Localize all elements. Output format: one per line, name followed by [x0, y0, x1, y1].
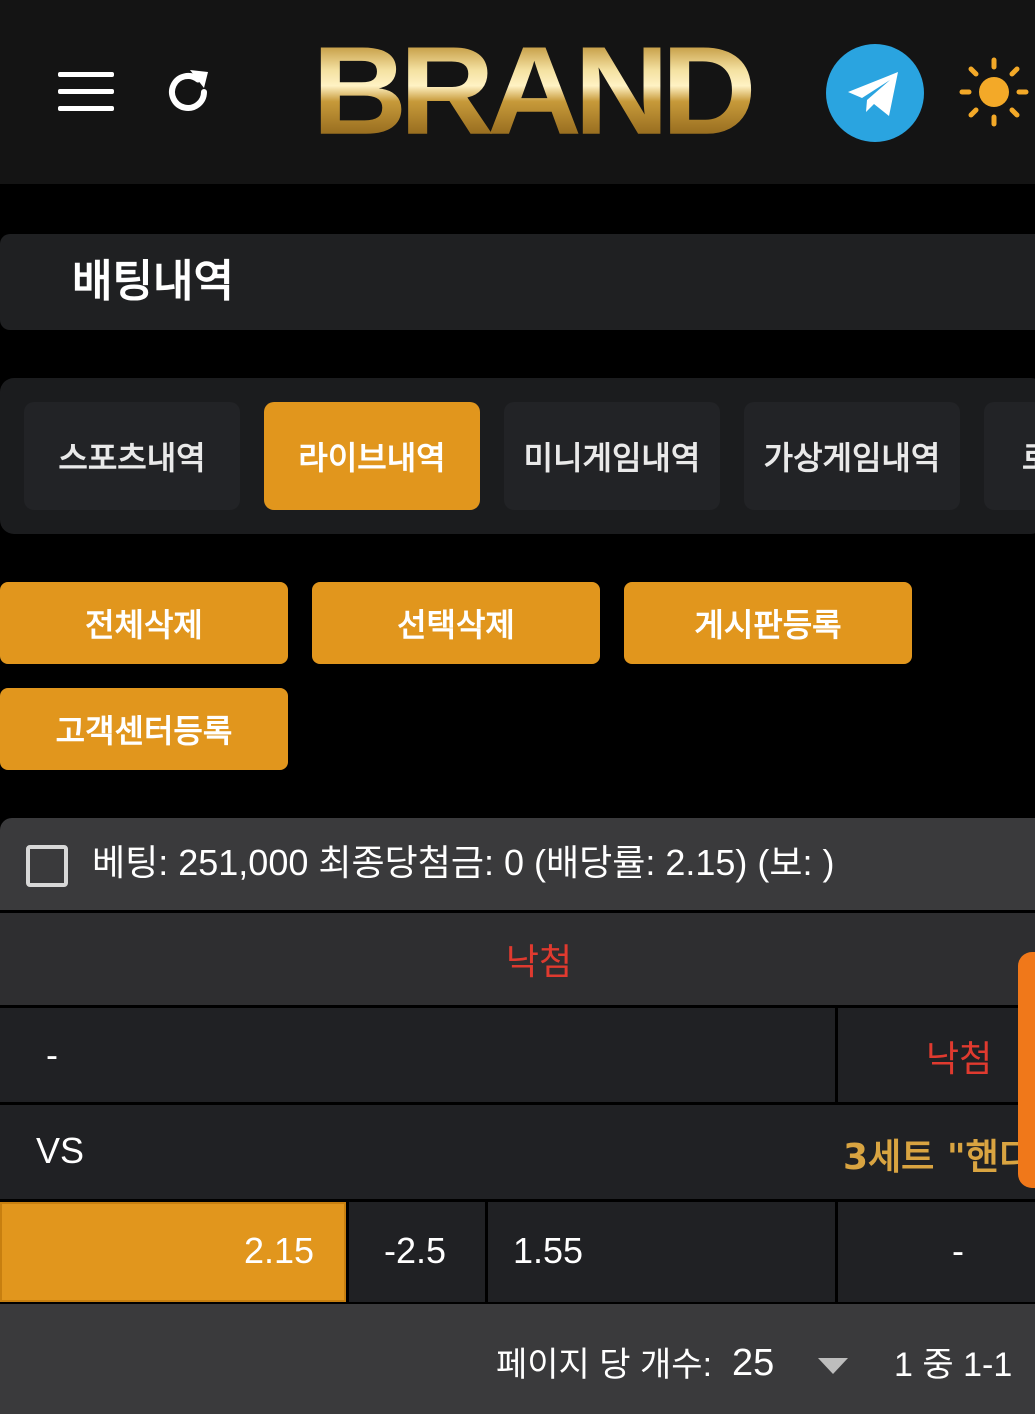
post-support-button[interactable]: 고객센터등록 [0, 688, 288, 770]
per-page-select[interactable]: 25 [732, 1338, 774, 1388]
final-dash: - [952, 1230, 964, 1271]
brand-logo[interactable]: BRAND [312, 39, 757, 144]
tab-sports-history[interactable]: 스포츠내역 [24, 402, 240, 510]
pagination-range: 1 중 1-1 [894, 1346, 1013, 1384]
post-board-button[interactable]: 게시판등록 [624, 582, 912, 664]
bet-result-status: 낙첨 [505, 942, 573, 983]
odds-home: 2.15 [244, 1230, 315, 1271]
tab-minigame-history[interactable]: 미니게임내역 [504, 402, 720, 510]
refresh-icon[interactable] [160, 64, 216, 120]
tab-live-history[interactable]: 라이브내역 [264, 402, 480, 510]
final-cell [838, 1202, 1035, 1302]
page-title: 배팅내역 [72, 256, 234, 307]
hamburger-menu-icon[interactable] [58, 72, 114, 112]
vs-label: VS [36, 1130, 85, 1171]
sun-icon[interactable] [958, 56, 1030, 128]
match-result-status: 낙첨 [926, 1039, 993, 1080]
market-name: 3세트 "핸디 [843, 1137, 1018, 1178]
bet-summary-text: 베팅: 251,000 최종당첨금: 0 (배당률: 2.15) (보: ) [92, 842, 835, 883]
odds-away: 1.55 [513, 1230, 584, 1271]
telegram-icon[interactable] [826, 44, 924, 142]
side-drawer-tab[interactable] [1018, 952, 1035, 1188]
delete-selected-button[interactable]: 선택삭제 [312, 582, 600, 664]
per-page-label: 페이지 당 개수: [496, 1346, 713, 1384]
tab-partial-next[interactable]: 로 [984, 402, 1035, 510]
bet-select-checkbox[interactable] [26, 845, 68, 887]
delete-all-button[interactable]: 전체삭제 [0, 582, 288, 664]
handicap-value: -2.5 [384, 1230, 447, 1271]
tab-virtual-game-history[interactable]: 가상게임내역 [744, 402, 960, 510]
chevron-down-icon[interactable] [816, 1356, 850, 1380]
match-info-cell [0, 1008, 835, 1102]
match-info-dash: - [46, 1034, 58, 1075]
